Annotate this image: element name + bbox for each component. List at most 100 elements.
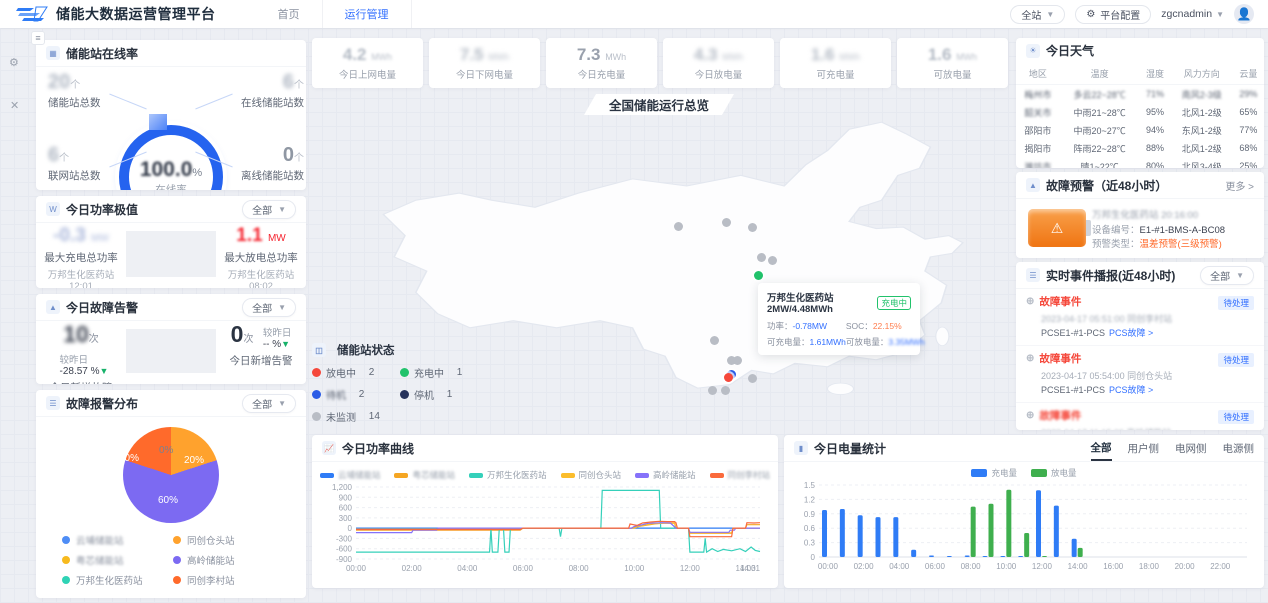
table-row: 揭阳市阵雨22~28℃88%北风1-2级68% bbox=[1016, 139, 1264, 157]
panel-title: 今日电量统计 bbox=[814, 440, 886, 457]
svg-text:10:00: 10:00 bbox=[996, 562, 1017, 571]
pending-badge[interactable]: 待处理 bbox=[1218, 353, 1254, 367]
legend-item[interactable]: 放电量 bbox=[1031, 467, 1077, 479]
legend-item[interactable]: 万邦生化医药站 bbox=[469, 469, 547, 481]
fault-detail-link[interactable]: PCS故障 > bbox=[1109, 328, 1153, 338]
svg-text:16:00: 16:00 bbox=[1103, 562, 1124, 571]
arrow-down-icon: ▼ bbox=[281, 339, 290, 349]
station-dot-green[interactable] bbox=[754, 271, 763, 280]
map-ribbon-title: 全国储能运行总览 bbox=[584, 94, 734, 115]
legend-item[interactable]: 同创仓头站 bbox=[173, 533, 284, 547]
weather-table: 地区温度湿度风力方向云量 梅州市多云22~28℃71%南风2-3级29% 韶关市… bbox=[1016, 63, 1264, 168]
energy-tabs: 全部 用户侧 电网侧 电源侧 bbox=[1091, 436, 1255, 461]
table-row: 邵阳市中雨20~27℃94%东风1-2级77% bbox=[1016, 121, 1264, 139]
china-map[interactable]: 全国储能运行总览 万邦生化医药站 2MW/4.48MWh 充电中 功率：-0.7… bbox=[312, 92, 1008, 430]
station-dot-grey[interactable] bbox=[768, 256, 777, 265]
station-dot-grey[interactable] bbox=[748, 223, 757, 232]
tab-all[interactable]: 全部 bbox=[1091, 436, 1112, 461]
stat-total-stations: 20个 储能站总数 bbox=[48, 71, 134, 110]
user-menu[interactable]: zgcnadmin ▼ bbox=[1161, 8, 1224, 20]
event-icon: ⊕ bbox=[1026, 353, 1034, 364]
chevron-down-icon: ▼ bbox=[278, 303, 286, 312]
panel-title: 实时事件播报(近48小时) bbox=[1046, 267, 1175, 284]
station-dot-red[interactable] bbox=[724, 373, 733, 382]
alert-icon: ▲ bbox=[1026, 178, 1040, 192]
station-status-legend: ◫储能站状态 放电中 2 充电中 1 待机 2 停机 1 未监测 14 bbox=[312, 342, 492, 424]
legend-item[interactable]: 高岭储能站 bbox=[635, 469, 696, 481]
collapse-menu-icon[interactable]: ≡ bbox=[31, 31, 45, 45]
pending-badge[interactable]: 待处理 bbox=[1218, 296, 1254, 310]
new-alarms-today: 0次 较昨日-- %▼ 今日新增告警 bbox=[216, 321, 306, 381]
event-list-item[interactable]: ⊕故障事件 待处理 2023-04-17 11:15:00 高岭储能站 PCSE… bbox=[1016, 403, 1264, 430]
bar-chart-icon: ▮ bbox=[794, 441, 808, 455]
pie-label: 20% bbox=[184, 455, 204, 466]
panel-title: 今日功率极值 bbox=[66, 201, 138, 218]
fault-distribution-pie[interactable] bbox=[123, 427, 219, 523]
pending-badge[interactable]: 待处理 bbox=[1218, 410, 1254, 424]
pie-label: 20% bbox=[119, 453, 139, 464]
platform-config-button[interactable]: ⚙ 平台配置 bbox=[1075, 5, 1151, 24]
dist-filter-dropdown[interactable]: 全部▼ bbox=[242, 394, 296, 413]
chevron-down-icon: ▼ bbox=[1216, 10, 1224, 19]
energy-bar-chart[interactable]: 00.30.60.91.21.500:0002:0004:0006:0008:0… bbox=[791, 479, 1257, 581]
station-dot-grey[interactable] bbox=[722, 218, 731, 227]
list-icon: ☰ bbox=[46, 396, 60, 410]
event-list-item[interactable]: ⊕故障事件 待处理 2023-04-17 05:51:00 同创李村站 PCSE… bbox=[1016, 289, 1264, 346]
svg-text:06:00: 06:00 bbox=[925, 562, 946, 571]
station-dot-grey[interactable] bbox=[721, 386, 730, 395]
tab-user-side[interactable]: 用户侧 bbox=[1128, 437, 1160, 460]
events-filter-dropdown[interactable]: 全部▼ bbox=[1200, 266, 1254, 285]
app-title: 储能大数据运营管理平台 bbox=[56, 4, 216, 24]
station-dot-grey[interactable] bbox=[757, 253, 766, 262]
power-curve-chart[interactable]: -900-600-30003006009001,20000:0002:0004:… bbox=[320, 481, 770, 581]
kpi-grid-in-energy: 4.2 MWh 今日上网电量 bbox=[312, 38, 423, 88]
station-dot-grey[interactable] bbox=[710, 336, 719, 345]
event-list-item[interactable]: ⊕故障事件 待处理 2023-04-17 05:54:00 同创仓头站 PCSE… bbox=[1016, 346, 1264, 403]
fault-detail-link[interactable]: PCS故障 > bbox=[1109, 385, 1153, 395]
legend-item[interactable]: 充电量 bbox=[971, 467, 1017, 479]
site-selector-value: 全站 bbox=[1021, 7, 1041, 22]
legend-item[interactable]: 云埔储能站 bbox=[62, 533, 173, 547]
legend-item[interactable]: 粤芯储能站 bbox=[62, 553, 173, 567]
panel-fault-alarm: ▲ 今日故障告警 全部▼ 10次 较昨日-28.57 %▼ 今日新增故障 0次 … bbox=[36, 294, 306, 384]
station-dot-grey[interactable] bbox=[733, 356, 742, 365]
legend-item[interactable]: 同创李村站 bbox=[173, 573, 284, 587]
fault-filter-dropdown[interactable]: 全部▼ bbox=[242, 298, 296, 317]
tab-source-side[interactable]: 电源侧 bbox=[1223, 437, 1255, 460]
status-charging: 充电中 1 bbox=[400, 365, 488, 380]
legend-item[interactable]: 同创李村站 bbox=[710, 469, 771, 481]
svg-text:1,200: 1,200 bbox=[332, 483, 353, 492]
svg-text:1.5: 1.5 bbox=[804, 481, 816, 490]
stat-online-stations: 6个 在线储能站数 bbox=[218, 71, 304, 110]
alert-triangle-icon: ▲ bbox=[46, 300, 60, 314]
station-dot-grey[interactable] bbox=[748, 374, 757, 383]
site-selector[interactable]: 全站 ▼ bbox=[1010, 5, 1065, 24]
avatar[interactable]: 👤 bbox=[1234, 4, 1254, 24]
nav-operation[interactable]: 运行管理 bbox=[322, 0, 412, 28]
tab-grid-side[interactable]: 电网侧 bbox=[1175, 437, 1207, 460]
more-link[interactable]: 更多 > bbox=[1225, 178, 1254, 193]
panel-weather: ☀ 今日天气 地区温度湿度风力方向云量 梅州市多云22~28℃71%南风2-3级… bbox=[1016, 38, 1264, 168]
settings-gear-icon[interactable]: ⚙ bbox=[9, 56, 19, 69]
event-icon: ⊕ bbox=[1026, 410, 1034, 421]
panel-events: ☰ 实时事件播报(近48小时) 全部▼ ⊕故障事件 待处理 2023-04-17… bbox=[1016, 262, 1264, 430]
main-nav: 首页 运行管理 bbox=[256, 0, 412, 28]
station-dot-grey[interactable] bbox=[674, 222, 683, 231]
pie-label: 0% bbox=[159, 445, 173, 456]
power-filter-dropdown[interactable]: 全部▼ bbox=[242, 200, 296, 219]
panel-power-extremes: W 今日功率极值 全部▼ -0.3 MW 最大充电总功率 万邦生化医药站 12:… bbox=[36, 196, 306, 288]
station-dot-grey[interactable] bbox=[708, 386, 717, 395]
legend-item[interactable]: 粤芯储能站 bbox=[394, 469, 455, 481]
pie-label: 60% bbox=[158, 495, 178, 506]
legend-item[interactable]: 云埔储能站 bbox=[320, 469, 381, 481]
legend-item[interactable]: 万邦生化医药站 bbox=[62, 573, 173, 587]
gear-icon: ⚙ bbox=[1086, 9, 1095, 20]
close-icon[interactable]: ✕ bbox=[10, 99, 19, 112]
nav-home[interactable]: 首页 bbox=[256, 0, 322, 28]
legend-item[interactable]: 高岭储能站 bbox=[173, 553, 284, 567]
line-chart-legend: 云埔储能站 粤芯储能站 万邦生化医药站 同创仓头站 高岭储能站 同创李村站 bbox=[312, 462, 778, 481]
legend-item[interactable]: 同创仓头站 bbox=[561, 469, 622, 481]
svg-text:00:00: 00:00 bbox=[346, 564, 367, 573]
new-faults-today: 10次 较昨日-28.57 %▼ 今日新增故障 bbox=[36, 321, 126, 381]
table-row: 韶关市中雨21~28℃95%北风1-2级65% bbox=[1016, 103, 1264, 121]
